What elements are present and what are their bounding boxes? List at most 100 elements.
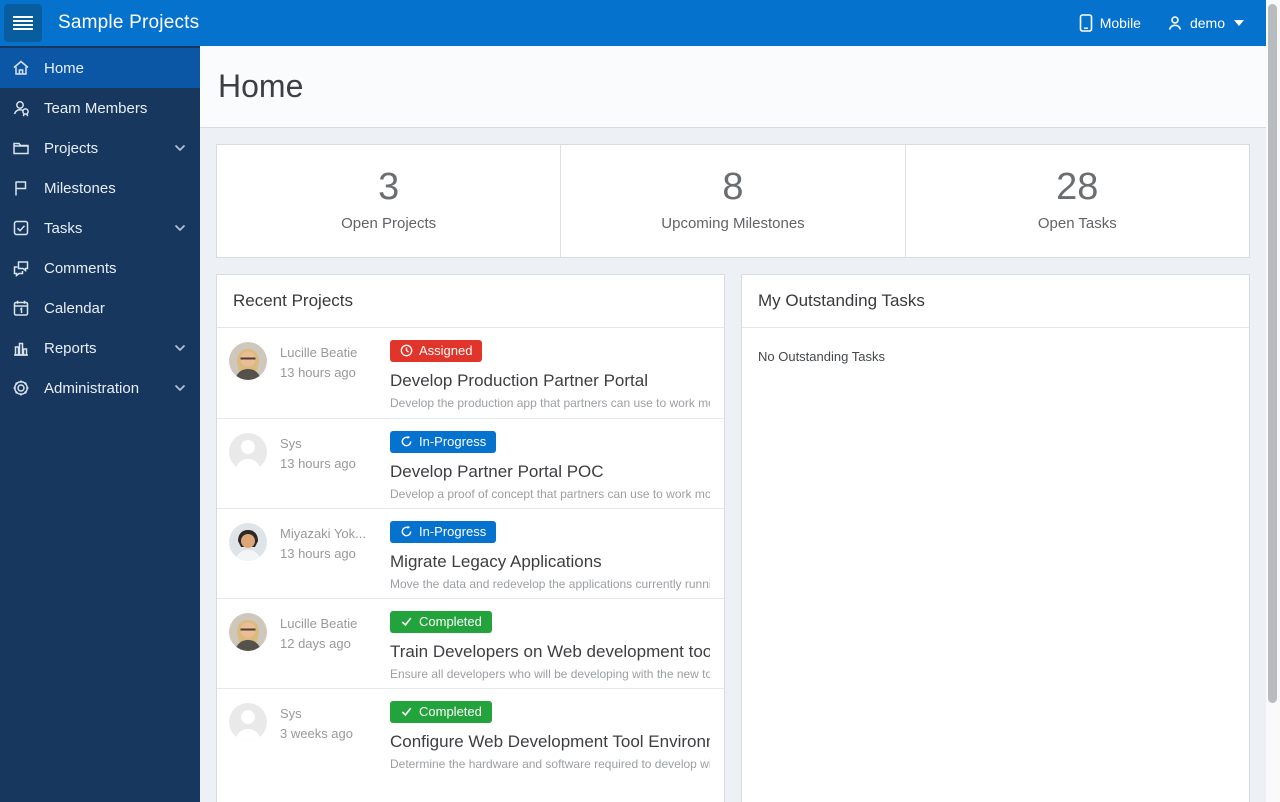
sidebar-item-comments[interactable]: Comments	[0, 248, 200, 288]
stat-open-tasks: 28 Open Tasks	[904, 145, 1249, 257]
project-title: Train Developers on Web development tool	[390, 642, 710, 662]
chevron-down-icon	[174, 344, 186, 352]
author-block: Lucille Beatie 12 days ago	[280, 611, 380, 688]
calendar-icon	[12, 299, 30, 317]
author-name: Miyazaki Yok...	[280, 525, 366, 541]
outstanding-tasks-panel: My Outstanding Tasks No Outstanding Task…	[741, 273, 1250, 802]
chevron-down-icon	[174, 144, 186, 152]
project-list-item[interactable]: Sys 13 hours ago In-Progress Develop Par…	[217, 417, 724, 508]
sidebar-item-projects[interactable]: Projects	[0, 128, 200, 168]
check-icon	[401, 617, 412, 627]
project-description: Move the data and redevelop the applicat…	[390, 577, 710, 592]
author-block: Sys 3 weeks ago	[280, 701, 380, 778]
refresh-icon	[401, 435, 412, 447]
main-content: Home 3 Open Projects 8 Upcoming Mileston…	[200, 46, 1266, 802]
avatar	[229, 702, 267, 741]
project-title: Develop Partner Portal POC	[390, 462, 604, 482]
topbar-right: Mobile demo	[1079, 14, 1244, 32]
comments-icon	[12, 259, 30, 277]
stat-label: Open Tasks	[1037, 214, 1117, 232]
sidebar-item-label: Milestones	[44, 179, 116, 197]
outstanding-tasks-header: My Outstanding Tasks	[742, 275, 1249, 328]
sidebar-item-tasks[interactable]: Tasks	[0, 208, 200, 248]
folder-icon	[12, 139, 30, 157]
sidebar-item-label: Home	[44, 59, 85, 77]
status-label: Assigned	[419, 342, 473, 358]
stat-value: 28	[1056, 166, 1099, 208]
project-description: Develop the production app that partners…	[390, 396, 710, 411]
sidebar-item-label: Calendar	[44, 299, 105, 317]
page-title: Home	[218, 68, 304, 104]
project-details: Completed Train Developers on Web develo…	[390, 610, 710, 688]
author-block: Sys 13 hours ago	[280, 431, 380, 508]
stat-open-projects: 3 Open Projects	[217, 145, 560, 257]
vertical-scrollbar-thumb[interactable]	[1268, 4, 1277, 703]
project-description: Determine the hardware and software requ…	[390, 757, 710, 772]
project-title: Develop Production Partner Portal	[390, 371, 648, 391]
gear-icon	[12, 379, 30, 397]
author-block: Lucille Beatie 13 hours ago	[280, 340, 380, 418]
checkbox-icon	[12, 219, 30, 237]
project-details: Assigned Develop Production Partner Port…	[390, 339, 710, 418]
avatar	[229, 612, 267, 651]
hamburger-menu-button[interactable]	[4, 4, 42, 42]
author-name: Sys	[280, 705, 302, 721]
status-badge: In-Progress	[390, 520, 497, 544]
status-badge: Assigned	[390, 339, 483, 363]
status-label: Completed	[419, 703, 482, 719]
sidebar-item-label: Administration	[44, 379, 140, 397]
project-list-item[interactable]: Miyazaki Yok... 13 hours ago In-Progress…	[217, 507, 724, 598]
recent-projects-panel: Recent Projects Lucille Beatie 13 hours …	[216, 273, 725, 802]
sidebar-item-reports[interactable]: Reports	[0, 328, 200, 368]
project-title: Configure Web Development Tool Environme…	[390, 732, 710, 752]
app-title: Sample Projects	[58, 12, 200, 33]
team-members-icon	[12, 99, 30, 117]
user-label: demo	[1189, 15, 1225, 31]
top-bar: Sample Projects Mobile demo	[0, 0, 1266, 46]
project-list-item[interactable]: Lucille Beatie 13 hours ago Assigned Dev…	[217, 328, 724, 418]
user-menu[interactable]: demo	[1167, 15, 1244, 31]
timestamp: 13 hours ago	[280, 364, 356, 380]
mobile-label: Mobile	[1099, 15, 1141, 31]
sidebar-item-label: Projects	[44, 139, 99, 157]
project-description: Ensure all developers who will be develo…	[390, 667, 710, 682]
author-block: Miyazaki Yok... 13 hours ago	[280, 521, 380, 598]
stat-value: 3	[378, 166, 400, 208]
mobile-phone-icon	[1079, 14, 1093, 32]
empty-tasks-message: No Outstanding Tasks	[758, 348, 885, 364]
bar-chart-icon	[12, 339, 30, 357]
author-name: Lucille Beatie	[280, 344, 358, 360]
status-label: Completed	[419, 613, 482, 629]
sidebar-item-administration[interactable]: Administration	[0, 368, 200, 408]
stat-upcoming-milestones: 8 Upcoming Milestones	[560, 145, 904, 257]
sidebar-item-label: Reports	[44, 339, 97, 357]
sidebar-nav: Home Team Members Projects Milestones Ta…	[0, 46, 200, 802]
sidebar-item-team-members[interactable]: Team Members	[0, 88, 200, 128]
chevron-down-icon	[174, 224, 186, 232]
sidebar-item-label: Comments	[44, 259, 117, 277]
timestamp: 3 weeks ago	[280, 725, 353, 741]
project-title: Migrate Legacy Applications	[390, 552, 602, 572]
status-badge: Completed	[390, 610, 492, 634]
stat-label: Upcoming Milestones	[661, 214, 805, 232]
avatar	[229, 432, 267, 471]
sidebar-item-calendar[interactable]: Calendar	[0, 288, 200, 328]
project-list-item[interactable]: Lucille Beatie 12 days ago Completed Tra…	[217, 597, 724, 688]
mobile-link[interactable]: Mobile	[1079, 14, 1141, 32]
hamburger-icon	[13, 16, 33, 30]
author-name: Sys	[280, 435, 302, 451]
sidebar-item-label: Tasks	[44, 219, 83, 237]
timestamp: 12 days ago	[280, 635, 351, 651]
status-label: In-Progress	[419, 523, 487, 539]
chevron-down-icon	[1234, 20, 1244, 26]
page-header: Home	[200, 46, 1266, 128]
chevron-down-icon	[174, 384, 186, 392]
sidebar-item-home[interactable]: Home	[0, 48, 200, 88]
project-list-item[interactable]: Sys 3 weeks ago Completed Configure Web …	[217, 687, 724, 778]
timestamp: 13 hours ago	[280, 545, 356, 561]
sidebar-item-milestones[interactable]: Milestones	[0, 168, 200, 208]
project-details: In-Progress Migrate Legacy Applications …	[390, 520, 710, 598]
status-badge: Completed	[390, 700, 492, 724]
status-badge: In-Progress	[390, 430, 497, 454]
vertical-scrollbar-track[interactable]	[1266, 0, 1280, 802]
